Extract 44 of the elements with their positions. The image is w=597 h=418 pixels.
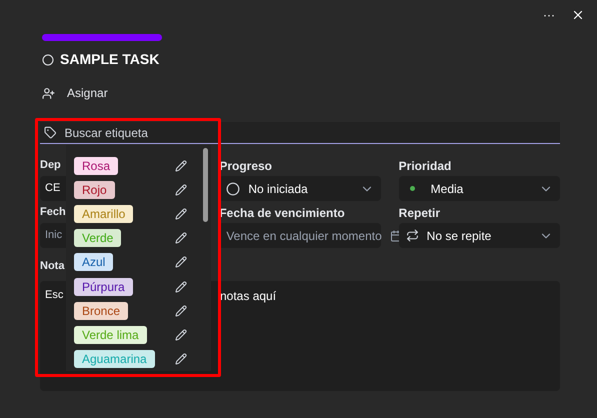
field-value: Media	[430, 180, 464, 198]
pencil-icon[interactable]	[175, 184, 187, 196]
label-search-field[interactable]: Buscar etiqueta	[40, 122, 560, 144]
dropdown-field[interactable]: No iniciada	[219, 176, 381, 201]
repeat-icon	[406, 229, 419, 242]
dropdown-field[interactable]: No se repite	[398, 223, 560, 248]
notes-text: notas aquí	[220, 288, 276, 304]
pencil-icon[interactable]	[175, 329, 187, 342]
pencil-icon[interactable]	[175, 304, 187, 317]
person-icon	[42, 86, 55, 100]
notes-label: Nota	[40, 259, 64, 274]
search-input[interactable]: Buscar etiqueta	[64, 124, 560, 142]
assign-button[interactable]: Asignar	[67, 84, 108, 102]
calendar-icon	[390, 230, 402, 242]
scrollbar[interactable]	[203, 148, 208, 222]
pencil-icon[interactable]	[175, 232, 187, 244]
field-placeholder: Vence en cualquier momento	[226, 228, 382, 244]
tag-icon	[44, 126, 56, 139]
circle-icon	[226, 182, 240, 196]
notes-text: Esc	[45, 288, 64, 302]
field-label: Repetir	[398, 205, 440, 222]
pencil-icon[interactable]	[175, 353, 187, 366]
more-button[interactable]: ···	[543, 6, 555, 24]
field-label: Prioridad	[398, 158, 452, 175]
field-value: No se repite	[426, 228, 492, 244]
field-value: CE	[45, 181, 60, 196]
pencil-icon[interactable]	[175, 160, 187, 172]
field-label: Progreso	[219, 158, 272, 175]
field-value: No iniciada	[248, 180, 309, 198]
pencil-icon[interactable]	[175, 256, 187, 268]
checkbox-circle[interactable]	[42, 54, 54, 66]
field-label: Dep	[40, 158, 61, 173]
label-chip[interactable]: Púrpura	[74, 278, 133, 296]
label-chip[interactable]: Rosa	[74, 156, 118, 175]
task-title: SAMPLE TASK	[60, 50, 160, 69]
dropdown-field[interactable]: Media	[398, 176, 560, 201]
pencil-icon[interactable]	[175, 208, 187, 220]
close-icon[interactable]	[571, 8, 585, 22]
label-chip[interactable]: Rojo	[74, 180, 115, 199]
label-chip[interactable]: Bronce	[74, 302, 128, 320]
label-chip[interactable]: Azul	[74, 253, 114, 272]
pencil-icon[interactable]	[175, 280, 187, 293]
field-placeholder: Inic	[45, 228, 62, 244]
field-label: Fech	[40, 205, 66, 220]
